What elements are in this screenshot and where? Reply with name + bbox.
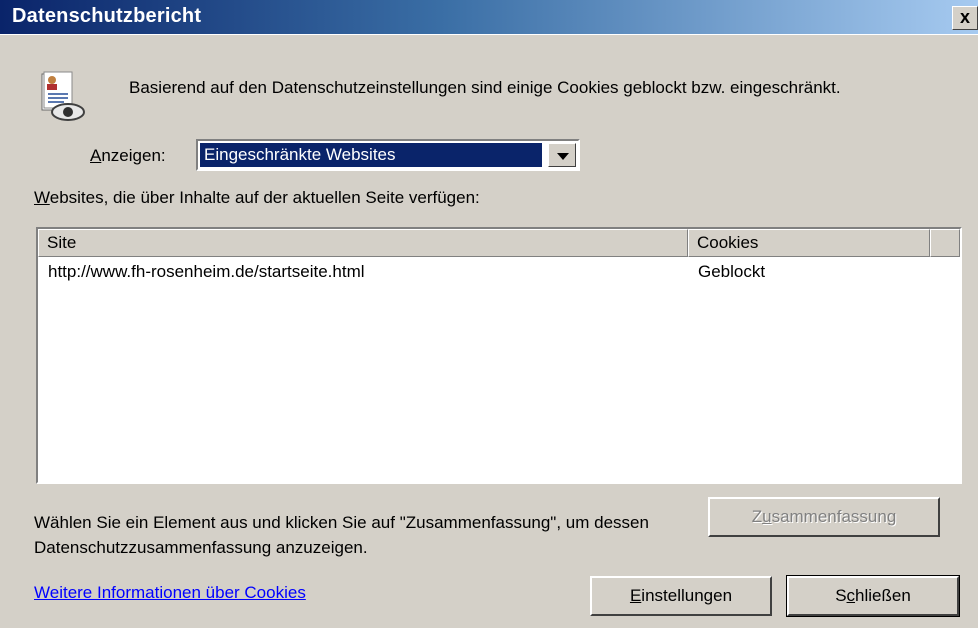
close-button-acc: c <box>846 586 856 605</box>
list-header: Site Cookies <box>38 229 960 257</box>
show-label: Anzeigen: <box>90 146 166 166</box>
close-dialog-button[interactable]: Schließen <box>786 575 960 617</box>
summary-button[interactable]: Zusammenfassung <box>708 497 940 537</box>
show-dropdown[interactable]: Eingeschränkte Websites <box>196 139 580 171</box>
more-info-link[interactable]: Weitere Informationen über Cookies <box>34 583 306 603</box>
summary-button-post: sammenfassung <box>771 507 897 526</box>
show-label-accelerator: A <box>90 146 102 165</box>
close-button-pre: S <box>835 586 847 605</box>
privacy-report-icon <box>38 70 88 122</box>
websites-list[interactable]: Site Cookies http://www.fh-rosenheim.de/… <box>36 227 962 484</box>
summary-button-acc: u <box>762 507 772 526</box>
title-bar: Datenschutzbericht x <box>0 0 978 35</box>
show-label-rest: nzeigen: <box>101 146 166 165</box>
column-header-cookies[interactable]: Cookies <box>688 229 930 257</box>
websites-label: Websites, die über Inhalte auf der aktue… <box>34 188 480 208</box>
settings-button-post: instellungen <box>641 586 733 605</box>
chevron-down-icon[interactable] <box>548 143 576 167</box>
websites-label-accelerator: W <box>34 188 50 207</box>
websites-label-rest: ebsites, die über Inhalte auf der aktuel… <box>49 188 480 207</box>
settings-button-acc: E <box>629 586 642 605</box>
table-row[interactable]: http://www.fh-rosenheim.de/startseite.ht… <box>38 261 960 285</box>
column-header-filler <box>930 229 960 257</box>
close-button-post: hließen <box>855 586 911 605</box>
row-site: http://www.fh-rosenheim.de/startseite.ht… <box>48 262 365 281</box>
settings-button[interactable]: Einstellungen <box>590 576 772 616</box>
column-header-site[interactable]: Site <box>38 229 688 257</box>
row-cookies: Geblockt <box>698 262 766 281</box>
window-title: Datenschutzbericht <box>12 5 202 27</box>
show-dropdown-value[interactable]: Eingeschränkte Websites <box>200 143 542 167</box>
close-button[interactable]: x <box>952 6 978 30</box>
help-text: Wählen Sie ein Element aus und klicken S… <box>34 513 649 557</box>
summary-button-pre: Z <box>751 507 763 526</box>
intro-text: Basierend auf den Datenschutzeinstellung… <box>129 78 841 97</box>
